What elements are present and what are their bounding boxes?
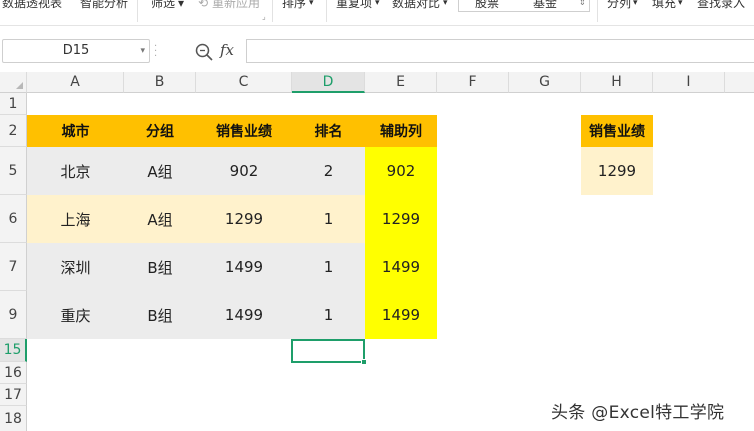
row-header-9[interactable]: 9 (0, 291, 27, 339)
spinner-arrows-icon[interactable]: ⇕ (579, 0, 586, 12)
fill-button[interactable]: 填充 (652, 0, 676, 12)
column-header-f[interactable]: F (437, 72, 509, 93)
cell-city[interactable]: 北京 (27, 147, 124, 195)
watermark-text: 头条 @Excel特工学院 (551, 403, 725, 423)
column-header-overflow[interactable] (725, 72, 754, 93)
active-cell-selection[interactable] (291, 339, 367, 365)
name-box[interactable]: D15 ▾ (2, 39, 150, 63)
sort-dropdown-icon[interactable]: ▾ (309, 0, 314, 12)
row-header-7[interactable]: 7 (0, 243, 27, 291)
cell-helper[interactable]: 1499 (365, 243, 437, 291)
cell-rank[interactable]: 2 (292, 147, 365, 195)
cell-city[interactable]: 上海 (27, 195, 124, 243)
column-header-a[interactable]: A (27, 72, 124, 93)
filter-button[interactable]: 筛选 (151, 0, 175, 12)
ribbon-separator (597, 0, 598, 22)
column-header-h[interactable]: H (581, 72, 653, 93)
cell-helper[interactable]: 1499 (365, 291, 437, 339)
header-cell-helper[interactable]: 辅助列 (365, 115, 437, 147)
cell-city[interactable]: 深圳 (27, 243, 124, 291)
lookup-entry-button[interactable]: 查找录入 (697, 0, 745, 12)
name-box-value: D15 (62, 43, 90, 58)
column-header-i[interactable]: I (653, 72, 725, 93)
duplicates-dropdown-icon[interactable]: ▾ (375, 0, 380, 12)
side-value-cell[interactable]: 1299 (581, 147, 653, 195)
zoom-icon[interactable] (194, 42, 214, 62)
fill-handle[interactable] (361, 359, 367, 365)
cell-sales[interactable]: 902 (196, 147, 292, 195)
formula-input[interactable] (246, 39, 754, 63)
side-header-cell[interactable]: 销售业绩 (581, 115, 653, 147)
header-cell-city[interactable]: 城市 (27, 115, 124, 147)
stock-option[interactable]: 股票 (475, 0, 499, 12)
select-all-triangle-icon (16, 82, 23, 89)
row-header-2[interactable]: 2 (0, 115, 27, 147)
ribbon-separator (326, 0, 327, 22)
reapply-button[interactable]: 重新应用 (212, 0, 260, 12)
filter-dropdown-icon[interactable]: ▾ (178, 0, 184, 12)
cell-group[interactable]: B组 (124, 243, 196, 291)
chevron-down-icon[interactable]: ▾ (140, 40, 145, 62)
cell-sales[interactable]: 1499 (196, 243, 292, 291)
cell-group[interactable]: A组 (124, 195, 196, 243)
split-dropdown-icon[interactable]: ▾ (633, 0, 638, 12)
duplicates-button[interactable]: 重复项 (336, 0, 372, 12)
smart-analysis-button[interactable]: 智能分析 (80, 0, 128, 12)
drag-handle-icon[interactable]: · · · (154, 42, 160, 62)
cell-rank[interactable]: 1 (292, 291, 365, 339)
cell-helper[interactable]: 1299 (365, 195, 437, 243)
row-header-18[interactable]: 18 (0, 406, 27, 431)
ribbon-separator (272, 0, 273, 22)
row-header-5[interactable]: 5 (0, 147, 27, 195)
cell-group[interactable]: A组 (124, 147, 196, 195)
column-header-b[interactable]: B (124, 72, 196, 93)
row-header-6[interactable]: 6 (0, 195, 27, 243)
header-cell-group[interactable]: 分组 (124, 115, 196, 147)
ribbon-separator (137, 0, 138, 22)
column-header-d[interactable]: D (292, 72, 365, 93)
column-header-c[interactable]: C (196, 72, 292, 93)
pivot-table-button[interactable]: 数据透视表 (2, 0, 62, 12)
cell-sales[interactable]: 1499 (196, 291, 292, 339)
row-header-1[interactable]: 1 (0, 93, 27, 115)
header-cell-sales[interactable]: 销售业绩 (196, 115, 292, 147)
fund-option[interactable]: 基金 (533, 0, 557, 12)
cell-city[interactable]: 重庆 (27, 291, 124, 339)
group-expand-icon[interactable]: ⌟ (262, 8, 266, 25)
cell-helper[interactable]: 902 (365, 147, 437, 195)
split-column-button[interactable]: 分列 (607, 0, 631, 12)
cell-sales[interactable]: 1299 (196, 195, 292, 243)
select-all-corner[interactable] (0, 72, 27, 93)
formula-bar: D15 ▾ · · · fx (0, 36, 754, 67)
fx-icon[interactable]: fx (220, 41, 234, 59)
sort-button[interactable]: 排序 (282, 0, 306, 12)
data-compare-dropdown-icon[interactable]: ▾ (443, 0, 448, 12)
row-header-15[interactable]: 15 (0, 339, 27, 362)
fill-dropdown-icon[interactable]: ▾ (678, 0, 683, 12)
cell-rank[interactable]: 1 (292, 243, 365, 291)
cell-rank[interactable]: 1 (292, 195, 365, 243)
row-header-16[interactable]: 16 (0, 362, 27, 384)
column-header-e[interactable]: E (365, 72, 437, 93)
ribbon-toolbar: 数据透视表 智能分析 筛选 ▾ ⟲ 重新应用 ⌟ 排序 ▾ 重复项 ▾ 数据对比… (0, 0, 754, 26)
row-header-17[interactable]: 17 (0, 384, 27, 406)
column-header-g[interactable]: G (509, 72, 581, 93)
header-cell-rank[interactable]: 排名 (292, 115, 365, 147)
cell-group[interactable]: B组 (124, 291, 196, 339)
reapply-icon: ⟲ (198, 0, 209, 10)
stock-fund-selector[interactable]: 股票 基金 ⇕ (458, 0, 590, 12)
data-compare-button[interactable]: 数据对比 (392, 0, 440, 12)
